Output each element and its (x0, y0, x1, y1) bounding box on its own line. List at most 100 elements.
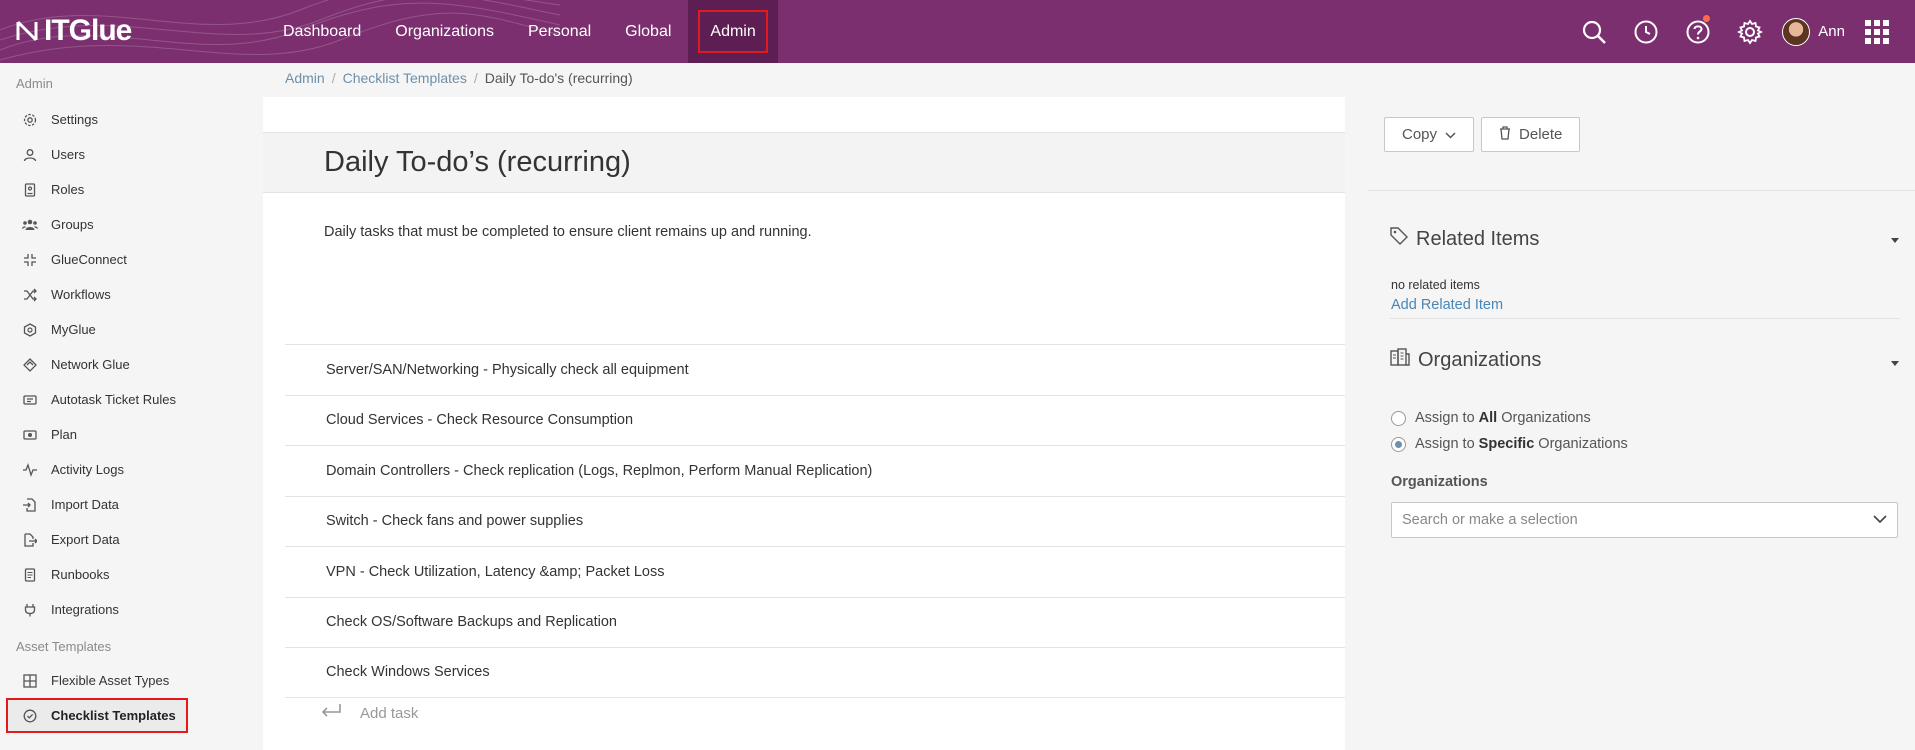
user-menu[interactable]: Ann (1776, 17, 1857, 46)
breadcrumb-current: Daily To-do's (recurring) (484, 70, 633, 86)
user-name: Ann (1818, 23, 1845, 40)
integrations-icon (22, 602, 38, 618)
tag-icon (1390, 227, 1408, 251)
sidebar-item-runbooks[interactable]: Runbooks (0, 557, 263, 592)
delete-button[interactable]: Delete (1481, 117, 1581, 152)
logo-text: ITGlue (44, 14, 132, 47)
itglue-logo[interactable]: ITGlue (16, 14, 132, 48)
sidebar-section-asset-templates: Asset Templates (16, 638, 112, 654)
divider (1368, 190, 1915, 191)
task-item[interactable]: Domain Controllers - Check replication (… (285, 445, 1345, 496)
nav-global[interactable]: Global (608, 0, 688, 63)
task-item[interactable]: Check Windows Services (285, 647, 1345, 698)
user-icon (22, 147, 38, 163)
workflows-icon (22, 287, 38, 303)
related-items-header: Related Items (1390, 227, 1539, 251)
assign-all-prefix: Assign to (1415, 410, 1479, 426)
sidebar-item-import-data[interactable]: Import Data (0, 487, 263, 522)
sidebar-item-label: Integrations (51, 602, 119, 617)
help-icon[interactable] (1672, 0, 1724, 63)
sidebar-item-myglue[interactable]: MyGlue (0, 312, 263, 347)
sidebar-item-label: Runbooks (51, 567, 110, 582)
add-task-input[interactable]: Add task (320, 703, 418, 723)
sidebar-item-users[interactable]: Users (0, 137, 263, 172)
sidebar-item-checklist-templates[interactable]: Checklist Templates (6, 698, 188, 733)
sidebar-item-roles[interactable]: Roles (0, 172, 263, 207)
sidebar-item-glueconnect[interactable]: GlueConnect (0, 242, 263, 277)
radio-button[interactable] (1391, 410, 1406, 426)
assign-specific-radio[interactable]: Assign to Specific Organizations (1391, 436, 1628, 452)
task-item[interactable]: Server/SAN/Networking - Physically check… (285, 344, 1345, 395)
nav-personal[interactable]: Personal (511, 0, 608, 63)
breadcrumb-separator: / (331, 70, 336, 86)
page-title: Daily To-do’s (recurring) (324, 146, 631, 178)
sidebar-item-label: Checklist Templates (51, 708, 176, 723)
check-circle-icon (22, 708, 38, 724)
assign-all-bold: All (1478, 410, 1498, 426)
activity-icon (22, 462, 38, 478)
nav-dashboard[interactable]: Dashboard (266, 0, 378, 63)
nav-organizations[interactable]: Organizations (378, 0, 511, 63)
chevron-down-icon (1445, 126, 1456, 143)
task-item[interactable]: Check OS/Software Backups and Replicatio… (285, 596, 1345, 648)
sidebar-item-export-data[interactable]: Export Data (0, 522, 263, 557)
trash-icon (1499, 125, 1511, 144)
sidebar-item-label: Roles (51, 182, 85, 197)
sidebar-item-autotask-ticket-rules[interactable]: Autotask Ticket Rules (0, 382, 263, 417)
clock-icon[interactable] (1620, 0, 1672, 63)
copy-button[interactable]: Copy (1384, 117, 1475, 152)
top-navigation-bar: ITGlue Dashboard Organizations Personal … (0, 0, 1915, 63)
sidebar-item-label: Settings (51, 112, 98, 127)
network-glue-icon (22, 357, 38, 373)
roles-icon (22, 182, 38, 198)
sidebar-item-plan[interactable]: Plan (0, 417, 263, 452)
runbooks-icon (22, 567, 38, 583)
radio-button-selected[interactable] (1391, 436, 1406, 452)
sidebar-item-label: GlueConnect (51, 252, 127, 267)
avatar (1782, 17, 1811, 46)
related-items-collapse-icon[interactable] (1891, 238, 1899, 243)
sidebar-item-settings[interactable]: Settings (0, 102, 263, 137)
sidebar-item-label: Users (51, 147, 85, 162)
grid-icon (22, 673, 38, 689)
add-task-placeholder: Add task (360, 704, 419, 722)
sidebar-item-activity-logs[interactable]: Activity Logs (0, 452, 263, 487)
add-related-item-link[interactable]: Add Related Item (1391, 297, 1503, 313)
organizations-collapse-icon[interactable] (1891, 361, 1899, 366)
breadcrumb-checklist-templates[interactable]: Checklist Templates (343, 70, 467, 86)
apps-grid-icon[interactable] (1857, 0, 1897, 63)
import-icon (22, 497, 38, 513)
sidebar-item-network-glue[interactable]: Network Glue (0, 347, 263, 382)
sidebar-item-label: Autotask Ticket Rules (51, 392, 176, 407)
search-icon[interactable] (1568, 0, 1620, 63)
breadcrumb-admin[interactable]: Admin (285, 70, 325, 86)
action-buttons: Copy Delete (1384, 117, 1581, 152)
sidebar-item-label: Activity Logs (51, 462, 124, 477)
task-item[interactable]: Cloud Services - Check Resource Consumpt… (285, 394, 1345, 446)
task-list: Server/SAN/Networking - Physically check… (285, 344, 1345, 698)
sidebar-section-admin: Admin (16, 75, 53, 91)
sidebar-item-workflows[interactable]: Workflows (0, 277, 263, 312)
assign-specific-label: Assign to Specific Organizations (1415, 436, 1628, 452)
chevron-down-icon (1873, 512, 1887, 528)
myglue-icon (22, 322, 38, 338)
ticket-rules-icon (22, 392, 38, 408)
related-items-title: Related Items (1416, 227, 1540, 250)
checklist-template-panel: Daily To-do’s (recurring) Daily tasks th… (263, 97, 1345, 750)
sidebar-item-label: MyGlue (51, 322, 96, 337)
title-band: Daily To-do’s (recurring) (263, 132, 1345, 193)
assign-specific-prefix: Assign to (1415, 436, 1479, 452)
sidebar-item-flexible-asset-types[interactable]: Flexible Asset Types (0, 663, 263, 698)
organizations-field-label: Organizations (1391, 474, 1488, 490)
main-nav: Dashboard Organizations Personal Global … (266, 0, 778, 63)
nav-admin[interactable]: Admin (688, 0, 778, 63)
sidebar-item-groups[interactable]: Groups (0, 207, 263, 242)
task-item[interactable]: Switch - Check fans and power supplies (285, 495, 1345, 547)
assign-all-radio[interactable]: Assign to All Organizations (1391, 410, 1591, 426)
organizations-select[interactable]: Search or make a selection (1391, 502, 1898, 538)
gear-icon[interactable] (1724, 0, 1776, 63)
checklist-description: Daily tasks that must be completed to en… (324, 224, 812, 240)
settings-icon (22, 112, 38, 128)
sidebar-item-integrations[interactable]: Integrations (0, 592, 263, 627)
task-item[interactable]: VPN - Check Utilization, Latency &amp; P… (285, 546, 1345, 597)
